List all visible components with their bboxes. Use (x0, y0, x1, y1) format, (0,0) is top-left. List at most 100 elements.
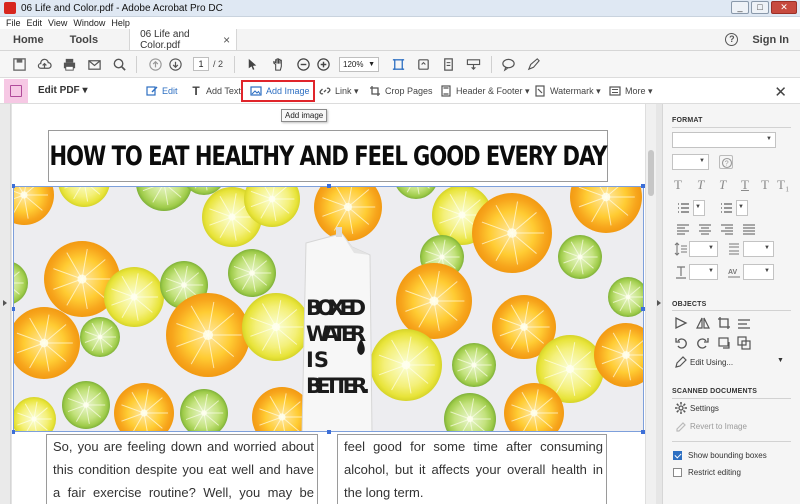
zoom-out-icon[interactable] (296, 57, 311, 72)
rotate-right-icon[interactable] (696, 336, 710, 350)
resize-handle-bc[interactable] (327, 430, 331, 434)
align-right-icon[interactable] (720, 222, 734, 236)
bullet-list-icon[interactable] (676, 201, 690, 215)
menu-edit[interactable]: Edit (27, 17, 43, 29)
resize-handle-ml[interactable] (12, 307, 15, 311)
horizontal-scaling-select[interactable]: ▼ (689, 264, 718, 280)
header-footer-icon (440, 85, 452, 97)
headline-textbox[interactable]: HOW TO EAT HEALTHY AND FEEL GOOD EVERY D… (48, 130, 608, 182)
hand-tool-icon[interactable] (271, 57, 286, 72)
tab-tools[interactable]: Tools (57, 29, 112, 50)
resize-handle-tl[interactable] (12, 184, 15, 188)
gear-icon[interactable] (674, 401, 688, 415)
settings-link[interactable]: Settings (690, 404, 719, 413)
email-icon[interactable] (87, 57, 102, 72)
arrange-icon[interactable] (737, 316, 751, 330)
fit-page-icon[interactable] (391, 57, 406, 72)
menu-window[interactable]: Window (73, 17, 105, 29)
page-number-input[interactable]: 1 (193, 57, 209, 71)
close-tab-icon[interactable]: × (223, 33, 230, 47)
carton-text-line-2: WATER (306, 322, 366, 346)
numbered-list-dropdown[interactable]: ▼ (736, 200, 748, 216)
paragraph-spacing-icon[interactable] (727, 242, 741, 256)
text-style-5-icon[interactable]: T (761, 177, 769, 193)
link-button[interactable]: Link ▾ (319, 84, 359, 98)
align-objects-icon[interactable] (674, 316, 688, 330)
pen-draw-icon[interactable] (526, 57, 541, 72)
save-icon[interactable] (12, 57, 27, 72)
upload-cloud-icon[interactable] (37, 57, 52, 72)
sign-in-link[interactable]: Sign In (752, 34, 789, 46)
text-style-3-icon[interactable]: T (719, 177, 726, 193)
text-style-4-icon[interactable]: T (741, 177, 749, 193)
line-spacing-select[interactable]: ▼ (689, 241, 718, 257)
crop-pages-button[interactable]: Crop Pages (369, 84, 433, 98)
minimize-button[interactable]: _ (731, 1, 749, 14)
character-spacing-select[interactable]: ▼ (743, 264, 774, 280)
align-left-icon[interactable] (676, 222, 690, 236)
chevron-down-icon[interactable]: ▼ (777, 357, 784, 364)
vertical-scrollbar[interactable] (645, 104, 656, 504)
text-style-2-icon[interactable]: T (697, 177, 704, 193)
font-color-icon[interactable]: ? (719, 155, 733, 169)
paragraph-spacing-select[interactable]: ▼ (743, 241, 774, 257)
text-style-6-icon[interactable]: T₁ (777, 177, 789, 193)
menu-help[interactable]: Help (111, 17, 130, 29)
replace-image-icon[interactable] (717, 336, 731, 350)
scanned-documents-header: SCANNED DOCUMENTS (672, 388, 758, 395)
search-icon[interactable] (112, 57, 127, 72)
body-textbox-right[interactable]: feel good for some time after consuming … (337, 434, 607, 504)
print-icon[interactable] (62, 57, 77, 72)
previous-page-icon[interactable] (148, 57, 163, 72)
menu-view[interactable]: View (48, 17, 67, 29)
help-icon[interactable]: ? (725, 33, 739, 46)
rotate-page-icon[interactable] (416, 57, 431, 72)
crop-image-icon[interactable] (717, 316, 731, 330)
comment-icon[interactable] (501, 57, 516, 72)
scrollbar-thumb[interactable] (648, 150, 654, 196)
next-page-icon[interactable] (168, 57, 183, 72)
menu-file[interactable]: File (6, 17, 21, 29)
zoom-in-icon[interactable] (316, 57, 331, 72)
tab-document[interactable]: 06 Life and Color.pdf × (129, 29, 238, 51)
flip-vertical-icon[interactable] (696, 316, 710, 330)
resize-handle-tc[interactable] (327, 184, 331, 188)
character-spacing-icon[interactable]: AV (727, 265, 741, 279)
citrus-image[interactable]: BOXED WATER IS BETTER. (13, 186, 644, 432)
edit-button[interactable]: Edit (146, 84, 178, 98)
body-textbox-left[interactable]: So, you are feeling down and worried abo… (46, 434, 318, 504)
watermark-button[interactable]: Watermark ▾ (534, 84, 601, 98)
zoom-level-select[interactable]: 120% ▼ (339, 57, 379, 72)
line-spacing-icon[interactable] (674, 242, 688, 256)
font-family-select[interactable]: ▼ (672, 132, 776, 148)
keyboard-icon[interactable] (466, 57, 481, 72)
font-size-select[interactable]: ▼ (672, 154, 709, 170)
rotate-left-icon[interactable] (674, 336, 688, 350)
tab-home[interactable]: Home (0, 29, 57, 50)
group-objects-icon[interactable] (737, 336, 751, 350)
maximize-button[interactable]: □ (751, 1, 769, 14)
chevron-down-icon: ▼ (766, 136, 772, 142)
header-footer-button[interactable]: Header & Footer ▾ (440, 84, 530, 98)
resize-handle-bl[interactable] (12, 430, 15, 434)
horizontal-scaling-icon[interactable] (674, 265, 688, 279)
edit-pdf-bar: Edit PDF ▾ Edit T Add Text Add Image Lin… (0, 78, 800, 104)
select-cursor-icon[interactable] (245, 57, 260, 72)
pdf-page[interactable]: HOW TO EAT HEALTHY AND FEEL GOOD EVERY D… (12, 104, 645, 504)
text-style-1-icon[interactable]: T (674, 177, 682, 193)
add-text-button[interactable]: T Add Text (190, 84, 241, 98)
restrict-editing-checkbox[interactable] (673, 468, 682, 477)
align-center-icon[interactable] (698, 222, 712, 236)
align-justify-icon[interactable] (742, 222, 756, 236)
numbered-list-icon[interactable] (719, 201, 733, 215)
close-window-button[interactable]: ✕ (771, 1, 797, 14)
edit-using-link[interactable]: Edit Using... (690, 358, 733, 367)
left-pane-toggle[interactable] (0, 104, 11, 504)
revert-to-image-link[interactable]: Revert to Image (690, 422, 747, 431)
close-edit-pdf-icon[interactable]: ✕ (774, 83, 787, 101)
scroll-mode-icon[interactable] (441, 57, 456, 72)
edit-pdf-title[interactable]: Edit PDF ▾ (38, 85, 87, 96)
more-button[interactable]: More ▾ (609, 84, 653, 98)
show-bounding-boxes-checkbox[interactable] (673, 451, 682, 460)
bullet-list-dropdown[interactable]: ▼ (693, 200, 705, 216)
